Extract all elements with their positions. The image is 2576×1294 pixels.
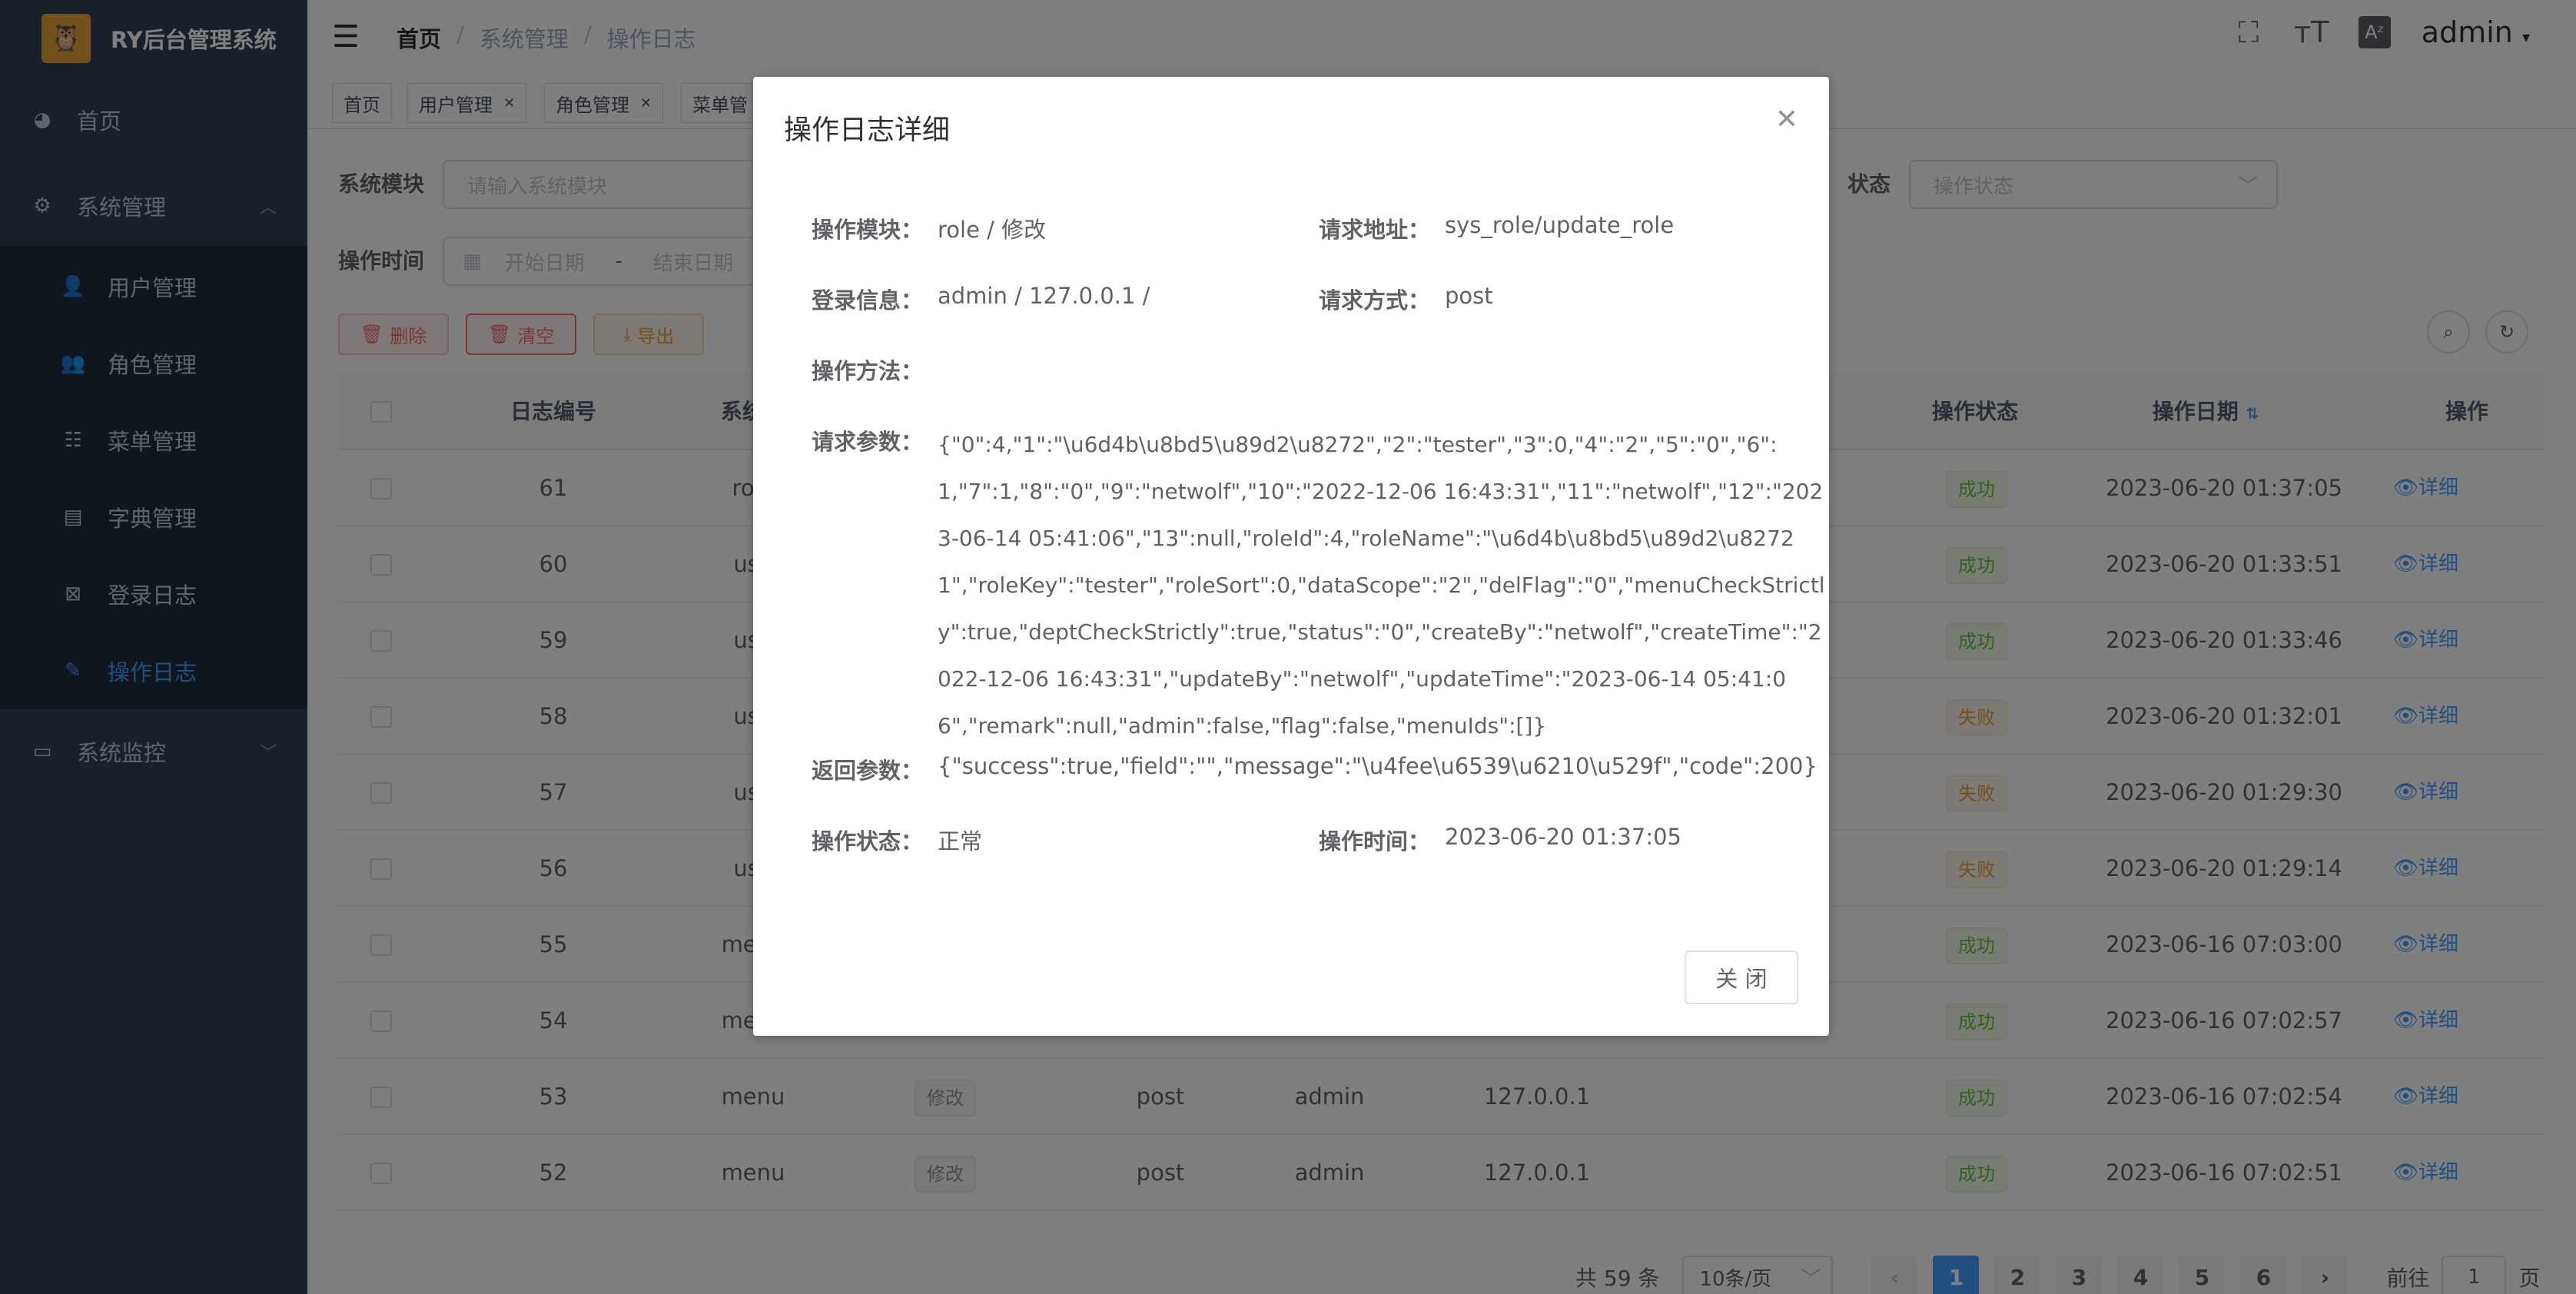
status-field-label: 操作状态： [812, 828, 924, 854]
url-field-value: sys_role/update_role [1445, 212, 1675, 238]
module-field-value: role / 修改 [938, 217, 1047, 243]
status-field-value: 正常 [938, 828, 983, 854]
login-field-value: admin / 127.0.0.1 / [938, 283, 1150, 309]
close-icon[interactable]: ✕ [1775, 106, 1798, 134]
result-field-label: 返回参数： [812, 758, 924, 784]
login-field-label: 登录信息： [812, 287, 924, 314]
method-field-value: post [1445, 283, 1493, 309]
url-field-label: 请求地址： [1319, 217, 1431, 243]
time-field-value: 2023-06-20 01:37:05 [1445, 824, 1681, 850]
time-field-label: 操作时间： [1319, 828, 1431, 854]
method-field-label: 请求方式： [1319, 287, 1431, 314]
param-field-label: 请求参数： [812, 429, 924, 455]
detail-dialog: 操作日志详细 ✕ 操作模块： role / 修改 请求地址： sys_role/… [753, 77, 1829, 1036]
close-dialog-button[interactable]: 关 闭 [1685, 951, 1798, 1004]
op-method-field-label: 操作方法： [812, 358, 924, 384]
result-field-value: {"success":true,"field":"","message":"\u… [938, 753, 1817, 779]
module-field-label: 操作模块： [812, 217, 924, 243]
dialog-title: 操作日志详细 [784, 114, 951, 146]
param-field-value: {"0":4,"1":"\u6d4b\u8bd5\u89d2\u8272","2… [938, 432, 1825, 738]
